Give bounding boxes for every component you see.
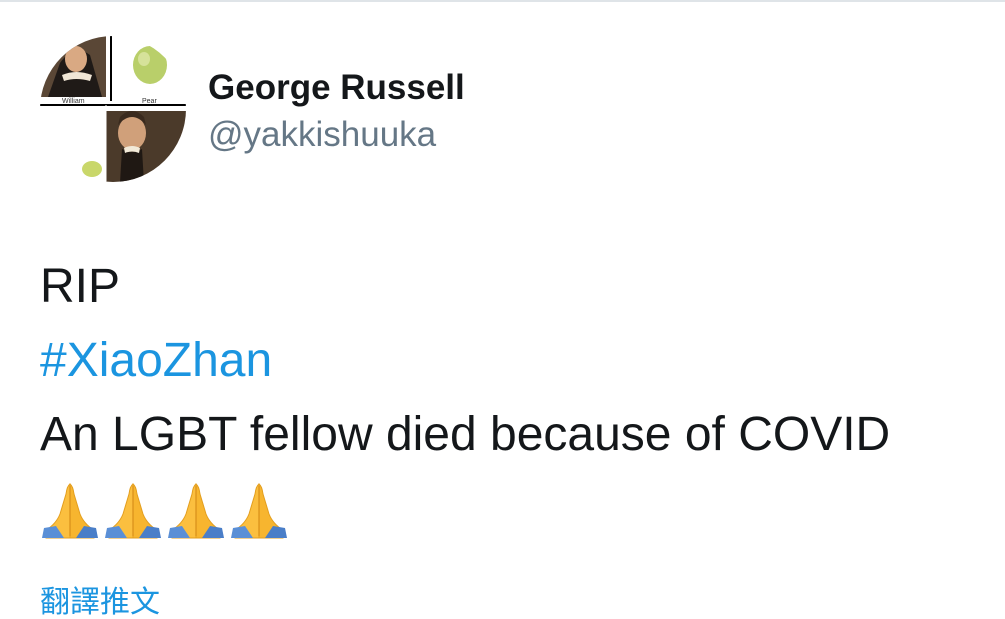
- folded-hands-icon: [231, 483, 287, 539]
- tweet-text: RIP #XiaoZhan An LGBT fellow died becaus…: [40, 250, 890, 540]
- avatar-label-pear: Pear: [142, 98, 157, 105]
- tweet-line-message: An LGBT fellow died because of COVID: [40, 408, 891, 461]
- hashtag-link[interactable]: #XiaoZhan: [40, 324, 890, 398]
- folded-hands-icon: [168, 483, 224, 539]
- author-display-name[interactable]: George Russell: [208, 68, 465, 108]
- tweet-line-rip: RIP: [40, 260, 121, 313]
- tweet-author[interactable]: George Russell @yakkishuuka: [208, 68, 465, 155]
- profile-avatar[interactable]: William Pear: [40, 35, 186, 183]
- emoji-row: [40, 480, 890, 540]
- tweet-card: William Pear George Russell @yakkishuuka…: [0, 0, 1005, 619]
- folded-hands-icon: [105, 483, 161, 539]
- author-handle[interactable]: @yakkishuuka: [208, 115, 465, 155]
- avatar-label-william: William: [62, 98, 85, 105]
- folded-hands-icon: [42, 483, 98, 539]
- translate-tweet-link[interactable]: 翻譯推文: [40, 584, 160, 619]
- avatar-image: William Pear: [40, 36, 186, 182]
